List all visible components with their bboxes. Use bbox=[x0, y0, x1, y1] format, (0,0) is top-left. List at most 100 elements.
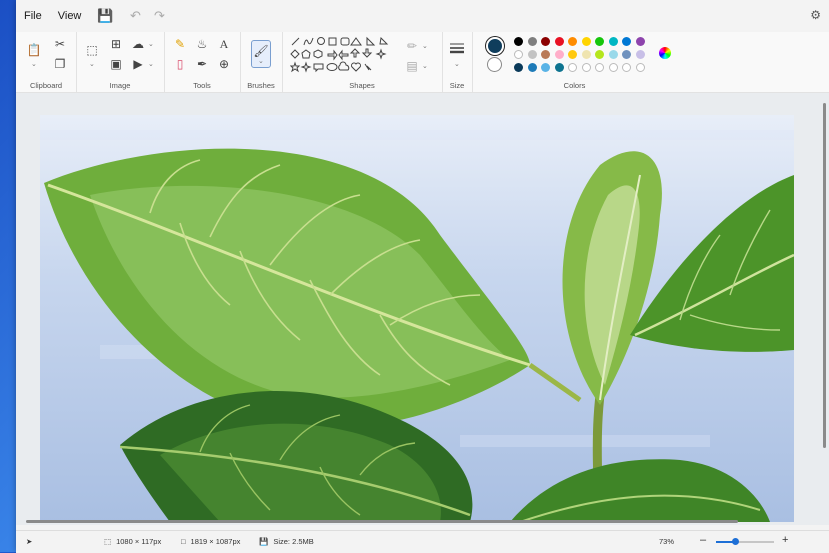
chevron-down-icon[interactable]: ⌄ bbox=[422, 42, 428, 50]
custom-color-slot[interactable] bbox=[568, 63, 577, 72]
zoom-level-value: 73% bbox=[659, 537, 675, 546]
select-icon[interactable]: ⬚ bbox=[84, 42, 100, 58]
chevron-down-icon[interactable]: ⌄ bbox=[89, 60, 95, 68]
selection-size-value: 1819 × 1087px bbox=[190, 537, 241, 546]
palette-color-swatch[interactable] bbox=[541, 63, 550, 72]
cursor-position-value: 1080 × 117px bbox=[116, 537, 162, 546]
resize-icon[interactable]: ▣ bbox=[108, 56, 124, 72]
view-menu[interactable]: View bbox=[50, 0, 90, 32]
palette-color-swatch[interactable] bbox=[581, 37, 591, 46]
outline-icon[interactable]: ✏ bbox=[404, 38, 420, 54]
cut-icon[interactable]: ✂ bbox=[52, 36, 68, 52]
paste-icon[interactable]: 📋 bbox=[26, 42, 42, 58]
palette-color-swatch[interactable] bbox=[622, 37, 631, 46]
palette-color-swatch[interactable] bbox=[554, 37, 564, 46]
color2-swatch[interactable] bbox=[487, 57, 502, 72]
palette-color-swatch[interactable] bbox=[635, 50, 645, 59]
redo-icon[interactable]: ↷ bbox=[151, 8, 167, 24]
fill-icon[interactable]: ♨ bbox=[194, 36, 210, 52]
palette-color-swatch[interactable] bbox=[595, 37, 604, 46]
palette-color-swatch[interactable] bbox=[554, 63, 564, 72]
chevron-down-icon[interactable]: ⌄ bbox=[422, 62, 428, 70]
color-picker-icon[interactable]: ✒ bbox=[194, 56, 210, 72]
copy-icon[interactable]: ❐ bbox=[52, 56, 68, 72]
color-palette bbox=[514, 37, 654, 77]
palette-color-swatch[interactable] bbox=[595, 50, 604, 59]
crop-icon[interactable]: ⊞ bbox=[108, 36, 124, 52]
shapes-label: Shapes bbox=[349, 81, 375, 90]
rotate-icon[interactable]: ▶ bbox=[130, 56, 146, 72]
shape-fill-icon[interactable]: ▤ bbox=[404, 58, 420, 74]
palette-color-swatch[interactable] bbox=[635, 37, 645, 46]
text-icon[interactable]: A bbox=[216, 36, 232, 52]
custom-color-slot[interactable] bbox=[635, 63, 645, 72]
line-size-icon[interactable] bbox=[449, 42, 465, 54]
brushes-label: Brushes bbox=[247, 81, 275, 90]
undo-icon[interactable]: ↶ bbox=[127, 8, 143, 24]
ribbon: 📋 ⌄ ✂ ❐ Clipboard ⬚ ⌄ ⊞ ▣ ☁ ▶ ⌄ ⌄ Image … bbox=[16, 32, 829, 93]
paint-window: File View 💾 ↶ ↷ ⚙ 📋 ⌄ ✂ ❐ Clipboard ⬚ ⌄ … bbox=[16, 0, 829, 553]
palette-color-swatch[interactable] bbox=[514, 37, 523, 46]
shapes-group: ✏ ⌄ ▤ ⌄ Shapes bbox=[282, 32, 443, 92]
drawing-canvas[interactable] bbox=[40, 115, 794, 522]
palette-color-swatch[interactable] bbox=[514, 50, 523, 59]
size-label: Size bbox=[449, 81, 465, 90]
pointer-icon: ➤ bbox=[26, 537, 33, 546]
image-group: ⬚ ⌄ ⊞ ▣ ☁ ▶ ⌄ ⌄ Image bbox=[76, 32, 165, 92]
selection-size: □ 1819 × 1087px bbox=[181, 537, 240, 546]
clipboard-label: Clipboard bbox=[29, 81, 63, 90]
file-menu[interactable]: File bbox=[16, 0, 50, 32]
palette-color-swatch[interactable] bbox=[541, 37, 550, 46]
palette-color-swatch[interactable] bbox=[568, 37, 577, 46]
palette-color-swatch[interactable] bbox=[541, 50, 550, 59]
palette-color-swatch[interactable] bbox=[554, 50, 564, 59]
pencil-icon[interactable]: ✎ bbox=[172, 36, 188, 52]
file-size: 💾 Size: 2.5MB bbox=[259, 537, 314, 546]
palette-color-swatch[interactable] bbox=[527, 37, 537, 46]
tools-label: Tools bbox=[193, 81, 211, 90]
selection-size-icon: □ bbox=[181, 537, 186, 546]
eraser-icon[interactable]: ▯ bbox=[172, 56, 188, 72]
brush-button[interactable]: 🖌 ⌄ bbox=[251, 40, 271, 68]
shapes-gallery[interactable] bbox=[290, 36, 402, 74]
image-label: Image bbox=[109, 81, 131, 90]
chevron-down-icon[interactable]: ⌄ bbox=[454, 60, 460, 68]
palette-color-swatch[interactable] bbox=[527, 63, 537, 72]
zoom-in-button[interactable]: + bbox=[782, 534, 788, 546]
zoom-out-button[interactable]: – bbox=[700, 534, 706, 546]
custom-color-slot[interactable] bbox=[581, 63, 591, 72]
colors-group: Colors bbox=[472, 32, 677, 92]
custom-color-slot[interactable] bbox=[622, 63, 631, 72]
palette-color-swatch[interactable] bbox=[514, 63, 523, 72]
zoom-slider[interactable] bbox=[716, 538, 774, 545]
palette-color-swatch[interactable] bbox=[608, 37, 618, 46]
palette-color-swatch[interactable] bbox=[581, 50, 591, 59]
color1-swatch[interactable] bbox=[486, 37, 504, 55]
leaf-painting bbox=[40, 115, 794, 522]
palette-color-swatch[interactable] bbox=[527, 50, 537, 59]
chevron-down-icon[interactable]: ⌄ bbox=[148, 40, 154, 48]
custom-color-slot[interactable] bbox=[608, 63, 618, 72]
zoom-level: 73% bbox=[659, 537, 674, 546]
settings-icon[interactable]: ⚙ bbox=[810, 8, 821, 22]
tools-group: ✎ ♨ A ▯ ✒ ⊕ Tools bbox=[164, 32, 241, 92]
palette-color-swatch[interactable] bbox=[622, 50, 631, 59]
chevron-down-icon: ⌄ bbox=[258, 58, 264, 65]
edit-colors-icon[interactable] bbox=[659, 47, 671, 59]
cursor-position-icon: ⬚ bbox=[104, 537, 112, 546]
remove-background-icon[interactable]: ☁ bbox=[130, 36, 146, 52]
chevron-down-icon[interactable]: ⌄ bbox=[148, 60, 154, 68]
custom-color-slot[interactable] bbox=[595, 63, 604, 72]
vertical-scrollbar[interactable] bbox=[823, 103, 826, 448]
size-group: ⌄ Size bbox=[442, 32, 473, 92]
zoom-slider-knob[interactable] bbox=[732, 538, 740, 545]
palette-color-swatch[interactable] bbox=[568, 50, 577, 59]
save-icon[interactable]: 💾 bbox=[97, 8, 113, 24]
chevron-down-icon[interactable]: ⌄ bbox=[31, 60, 37, 68]
pointer-status: ➤ bbox=[26, 537, 32, 546]
menu-bar: File View 💾 ↶ ↷ ⚙ bbox=[16, 0, 829, 32]
magnifier-icon[interactable]: ⊕ bbox=[216, 56, 232, 72]
palette-color-swatch[interactable] bbox=[608, 50, 618, 59]
colors-label: Colors bbox=[563, 81, 586, 90]
horizontal-scrollbar[interactable] bbox=[26, 520, 738, 523]
